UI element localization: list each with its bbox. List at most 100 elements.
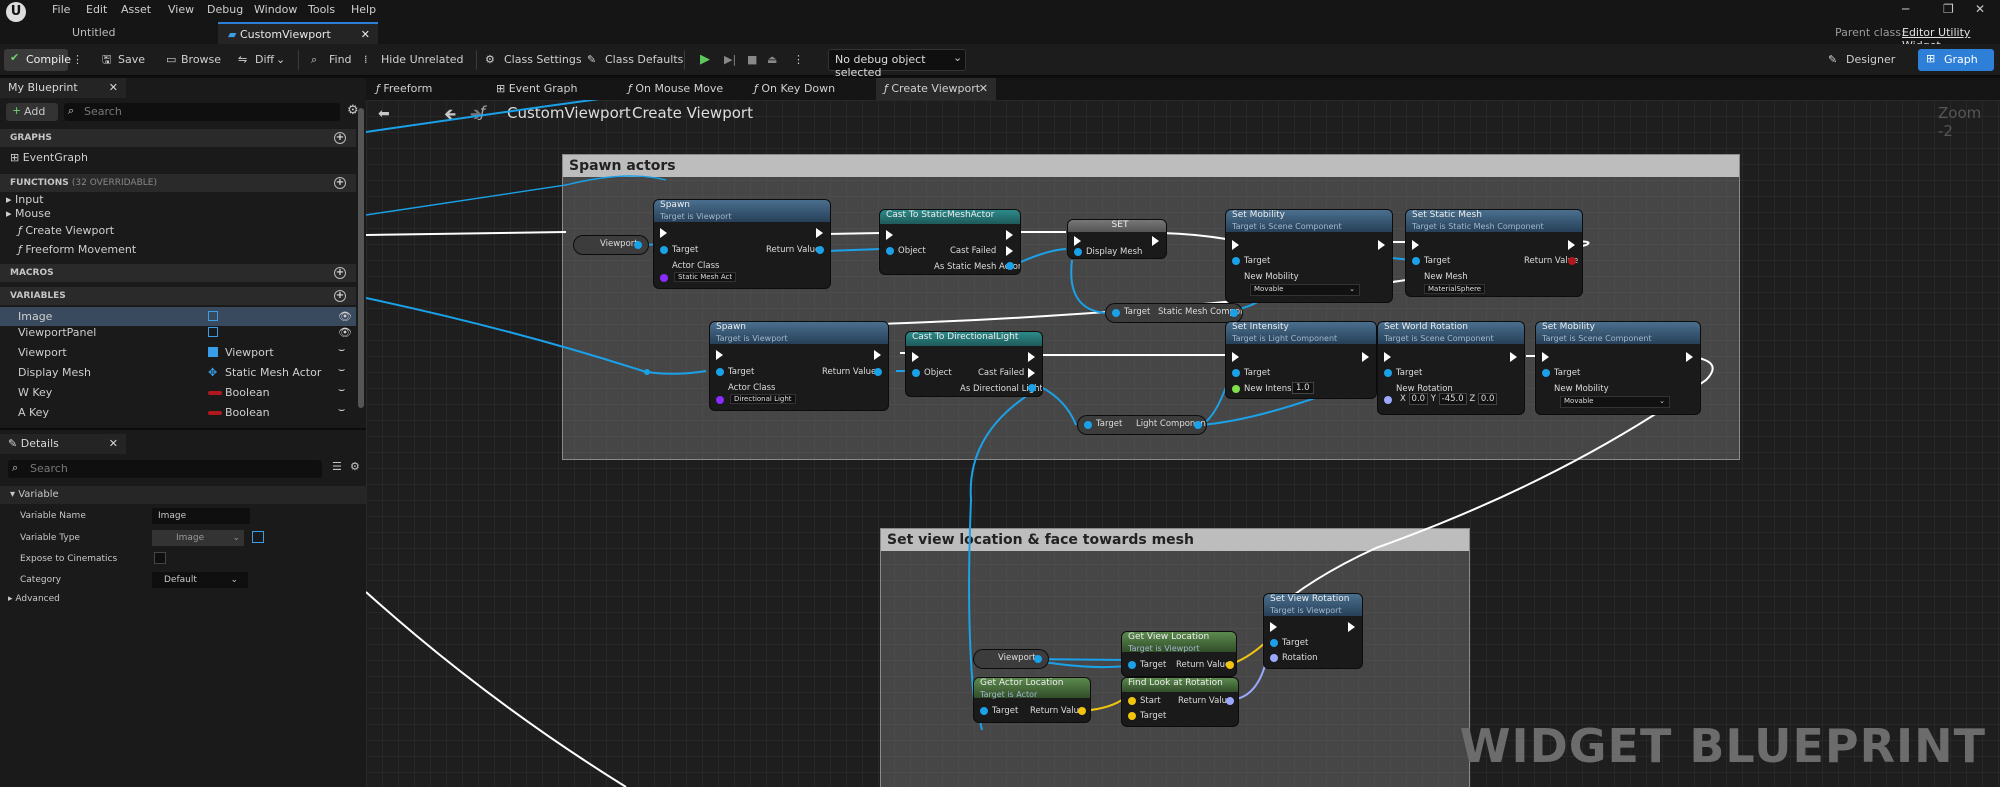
mesh-select[interactable]: MaterialSphere xyxy=(1424,284,1486,294)
spawn-light-node[interactable]: Spawn Target is Viewport Target Return Va… xyxy=(710,322,888,410)
tab-on-mouse-move[interactable]: ƒ On Mouse Move xyxy=(628,78,728,100)
variable-row-viewportpanel[interactable]: ViewportPanel 👁 xyxy=(0,323,356,342)
visibility-closed-icon[interactable]: ⌣ xyxy=(338,360,345,379)
add-macro-icon[interactable]: + xyxy=(334,267,346,279)
rotation-y-input[interactable]: -45.0 xyxy=(1438,393,1467,405)
input-pin[interactable] xyxy=(1112,309,1120,317)
scrollbar[interactable] xyxy=(358,108,364,408)
exec-out-pin[interactable] xyxy=(1568,240,1575,250)
class-select[interactable]: Static Mesh Act xyxy=(674,272,737,282)
variables-section-header[interactable]: VARIABLES + xyxy=(0,287,356,305)
exec-in-pin[interactable] xyxy=(1232,352,1239,362)
step-icon[interactable]: ▶| xyxy=(724,51,736,69)
exec-in-pin[interactable] xyxy=(1232,240,1239,250)
hide-unrelated-icon[interactable]: ⁞ xyxy=(364,51,368,69)
exec-out-pin[interactable] xyxy=(1006,230,1013,240)
output-pin[interactable] xyxy=(1226,697,1234,705)
add-graph-icon[interactable]: + xyxy=(334,132,346,144)
class-pin[interactable] xyxy=(716,396,724,404)
spawn-mesh-node[interactable]: Spawn Target is Viewport Target Return Va… xyxy=(654,200,830,288)
output-pin[interactable] xyxy=(1078,707,1086,715)
mobility-select[interactable]: Movable ⌄ xyxy=(1250,284,1360,296)
stop-icon[interactable]: ■ xyxy=(747,51,757,69)
class-defaults-button[interactable]: Class Defaults xyxy=(605,51,683,69)
set-mobility-node-2[interactable]: Set Mobility Target is Scene Component Ta… xyxy=(1536,322,1700,414)
exec-out-pin[interactable] xyxy=(874,350,881,360)
menu-debug[interactable]: Debug xyxy=(207,3,243,16)
get-actor-location-node[interactable]: Get Actor Location Target is Actor Target… xyxy=(974,678,1090,722)
play-icon[interactable]: ▶ xyxy=(700,51,710,69)
output-pin[interactable] xyxy=(1028,384,1036,392)
exec-in-pin[interactable] xyxy=(1074,236,1081,246)
unreal-logo-icon[interactable]: U xyxy=(6,2,26,22)
exec-out-pin[interactable] xyxy=(1686,352,1693,362)
close-tab-icon[interactable]: ✕ xyxy=(109,78,118,98)
viewport-getter-node[interactable]: Viewport xyxy=(574,236,648,254)
diff-button[interactable]: Diff xyxy=(255,51,274,69)
close-tab-icon[interactable]: ✕ xyxy=(109,434,118,454)
input-pin[interactable] xyxy=(1128,661,1136,669)
menu-file[interactable]: File xyxy=(52,3,70,16)
static-mesh-component-getter[interactable]: Target Static Mesh Component xyxy=(1106,304,1242,322)
set-static-mesh-node[interactable]: Set Static Mesh Target is Static Mesh Com… xyxy=(1406,210,1582,296)
output-pin[interactable] xyxy=(634,241,642,249)
class-pin[interactable] xyxy=(660,274,668,282)
add-variable-icon[interactable]: + xyxy=(334,290,346,302)
input-pin[interactable] xyxy=(1232,257,1240,265)
table-view-icon[interactable]: ☰ xyxy=(332,460,342,473)
exec-in-pin[interactable] xyxy=(1270,622,1277,632)
exec-out-pin[interactable] xyxy=(1510,352,1517,362)
variable-row-viewport[interactable]: Viewport Viewport ⌣ xyxy=(0,343,356,362)
tab-details[interactable]: ✎ Details ✕ xyxy=(0,434,126,454)
set-mobility-node-1[interactable]: Set Mobility Target is Scene Component Ta… xyxy=(1226,210,1392,302)
mobility-select[interactable]: Movable ⌄ xyxy=(1560,396,1670,408)
function-category-input[interactable]: ▸ Input xyxy=(0,192,356,207)
graphs-section-header[interactable]: GRAPHS + xyxy=(0,129,356,147)
input-pin[interactable] xyxy=(1384,369,1392,377)
diff-icon[interactable]: ⇋ xyxy=(238,51,247,69)
variable-row-a-key[interactable]: A Key Boolean ⌣ xyxy=(0,403,356,422)
macros-section-header[interactable]: MACROS + xyxy=(0,264,356,282)
menu-view[interactable]: View xyxy=(168,3,194,16)
menu-window[interactable]: Window xyxy=(254,3,297,16)
output-pin[interactable] xyxy=(1034,655,1042,663)
exec-in-pin[interactable] xyxy=(1384,352,1391,362)
input-pin[interactable] xyxy=(1232,369,1240,377)
get-view-location-node[interactable]: Get View Location Target is Viewport Targ… xyxy=(1122,632,1236,676)
class-settings-icon[interactable]: ⚙ xyxy=(485,51,495,69)
hide-unrelated-button[interactable]: Hide Unrelated xyxy=(381,51,464,69)
blueprint-search-input[interactable]: ⌕ Search xyxy=(64,103,340,121)
tab-custom-viewport[interactable]: ▰ CustomViewport ✕ xyxy=(218,22,378,44)
input-pin[interactable] xyxy=(716,368,724,376)
designer-icon[interactable]: ✎ xyxy=(1828,51,1837,69)
settings-gear-icon[interactable]: ⚙ xyxy=(350,460,360,473)
input-pin[interactable] xyxy=(1074,248,1082,256)
close-tab-icon[interactable]: ✕ xyxy=(361,24,370,46)
input-pin[interactable] xyxy=(1270,639,1278,647)
visibility-closed-icon[interactable]: ⌣ xyxy=(338,380,345,399)
eventgraph-item[interactable]: ⊞ EventGraph xyxy=(0,148,356,167)
save-icon[interactable]: 🖫 xyxy=(102,51,111,69)
menu-tools[interactable]: Tools xyxy=(308,3,335,16)
output-pin[interactable] xyxy=(874,368,882,376)
output-pin[interactable] xyxy=(1568,257,1576,265)
functions-section-header[interactable]: FUNCTIONS (32 OVERRIDABLE) + xyxy=(0,174,356,192)
exec-in-pin[interactable] xyxy=(912,352,919,362)
set-world-rotation-node[interactable]: Set World Rotation Target is Scene Compon… xyxy=(1378,322,1524,414)
variable-row-display-mesh[interactable]: Display Mesh ✥ Static Mesh Actor ⌣ xyxy=(0,363,356,382)
exec-out-pin[interactable] xyxy=(1028,352,1035,362)
diff-dropdown-icon[interactable]: ⌄ xyxy=(276,51,285,69)
exec-out-pin[interactable] xyxy=(816,228,823,238)
compile-options-icon[interactable]: ⋮ xyxy=(72,51,83,69)
function-category-mouse[interactable]: ▸ Mouse xyxy=(0,206,356,221)
visibility-closed-icon[interactable]: ⌣ xyxy=(338,400,345,419)
exec-in-pin[interactable] xyxy=(1542,352,1549,362)
tab-my-blueprint[interactable]: My Blueprint ✕ xyxy=(0,78,126,98)
settings-gear-icon[interactable]: ⚙ xyxy=(347,103,359,118)
add-function-icon[interactable]: + xyxy=(334,177,346,189)
tab-create-viewport[interactable]: ƒ Create Viewport ✕ xyxy=(876,78,996,100)
vector-pin[interactable] xyxy=(1128,697,1136,705)
cast-to-directional-light-node[interactable]: Cast To DirectionalLight Object Cast Fai… xyxy=(906,332,1042,396)
exec-out-pin[interactable] xyxy=(1348,622,1355,632)
find-button[interactable]: Find xyxy=(329,51,352,69)
